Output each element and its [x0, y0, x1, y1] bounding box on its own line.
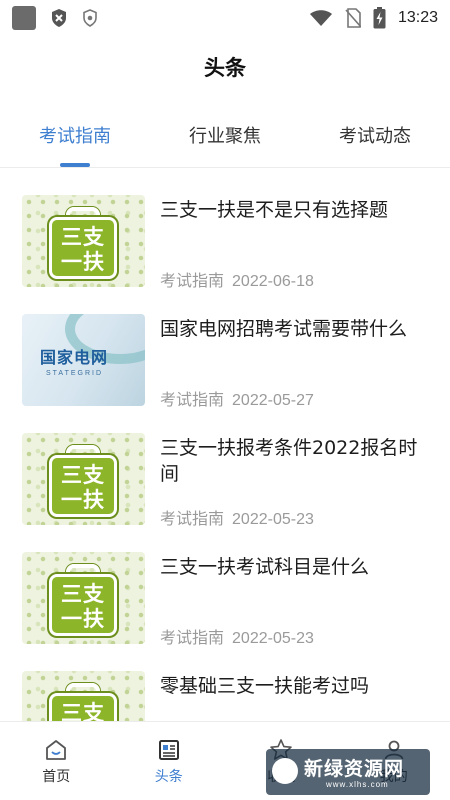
thumbnail-subtext: STATEGRID	[46, 370, 104, 377]
watermark-text: 新绿资源网	[304, 758, 405, 780]
article-date: 2022-05-23	[232, 511, 314, 528]
article-thumbnail: 三支 一扶	[22, 433, 145, 525]
category-tabs: 考试指南 行业聚焦 考试动态	[0, 116, 450, 168]
article-date: 2022-06-18	[232, 273, 314, 290]
thumbnail-text: 三支 一扶	[61, 582, 105, 631]
article-date: 2022-05-23	[232, 630, 314, 647]
article-title: 三支一扶报考条件2022报名时间	[160, 437, 418, 485]
watermark-url: www.xlhs.com	[326, 780, 389, 789]
tab-exam-guide[interactable]: 考试指南	[0, 116, 150, 167]
article-meta: 考试指南 2022-05-23	[160, 505, 314, 529]
active-tab-indicator	[60, 163, 90, 167]
article-category: 考试指南	[160, 628, 225, 647]
article-title: 三支一扶考试科目是什么	[160, 556, 370, 578]
article-category: 考试指南	[160, 390, 225, 409]
shield-x-icon	[52, 9, 66, 27]
no-sim-icon	[345, 8, 361, 28]
article-category: 考试指南	[160, 271, 225, 290]
article-title: 三支一扶是不是只有选择题	[160, 199, 389, 221]
nav-label: 首页	[42, 769, 71, 785]
list-item[interactable]: 三支 一扶 三支一扶考试科目是什么 考试指南 2022-05-23	[0, 533, 450, 652]
article-meta: 考试指南 2022-05-27	[160, 386, 314, 410]
article-thumbnail: 三支 一扶	[22, 552, 145, 644]
list-item[interactable]: 国家电网 STATEGRID 国家电网招聘考试需要带什么 考试指南 2022-05…	[0, 295, 450, 414]
article-meta: 考试指南 2022-06-18	[160, 267, 314, 291]
thumbnail-text: 国家电网	[40, 348, 109, 367]
list-item[interactable]: 三支 一扶 三支一扶报考条件2022报名时间 考试指南 2022-05-23	[0, 414, 450, 533]
article-list: 三支 一扶 三支一扶是不是只有选择题 考试指南 2022-06-18 国家电网 S…	[0, 176, 450, 771]
status-time: 13:23	[397, 9, 438, 26]
article-date: 2022-05-27	[232, 392, 314, 409]
article-category: 考试指南	[160, 509, 225, 528]
tab-industry-focus[interactable]: 行业聚焦	[150, 116, 300, 167]
nav-news[interactable]: 头条	[113, 722, 226, 800]
article-title: 国家电网招聘考试需要带什么	[160, 318, 408, 340]
thumbnail-text: 三支 一扶	[61, 225, 105, 274]
tab-label: 考试动态	[339, 126, 411, 147]
status-bar: 13:23	[0, 0, 450, 36]
tab-exam-news[interactable]: 考试动态	[300, 116, 450, 167]
shield-icon	[83, 9, 97, 27]
watermark-overlay: 新绿资源网 www.xlhs.com	[266, 749, 430, 795]
article-title: 零基础三支一扶能考过吗	[160, 675, 370, 697]
page-title: 头条	[204, 56, 246, 80]
article-meta: 考试指南 2022-05-23	[160, 624, 314, 648]
list-item[interactable]: 三支 一扶 三支一扶是不是只有选择题 考试指南 2022-06-18	[0, 176, 450, 295]
battery-charging-icon	[373, 7, 386, 29]
article-thumbnail: 三支 一扶	[22, 195, 145, 287]
wifi-icon	[309, 10, 332, 26]
home-icon	[46, 740, 67, 760]
tab-label: 行业聚焦	[189, 126, 261, 147]
article-thumbnail: 国家电网 STATEGRID	[22, 314, 145, 406]
thumbnail-text: 三支 一扶	[61, 463, 105, 512]
nav-home[interactable]: 首页	[0, 722, 113, 800]
nav-label: 头条	[154, 769, 183, 785]
news-icon	[158, 740, 179, 760]
tab-label: 考试指南	[39, 126, 111, 147]
watermark-logo-icon	[272, 758, 298, 784]
app-square-icon	[12, 6, 36, 30]
